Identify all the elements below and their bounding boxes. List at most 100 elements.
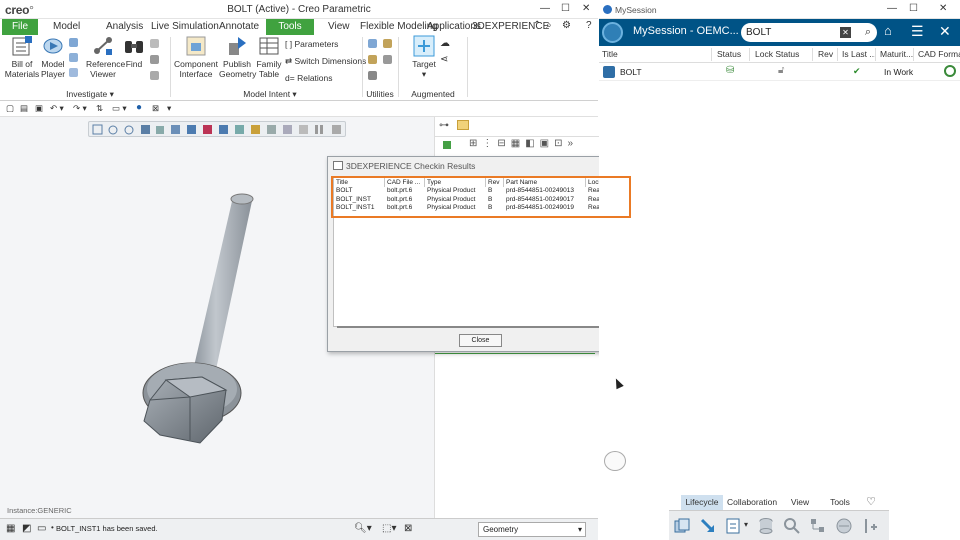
folder-browser-tab-icon[interactable]: [457, 120, 469, 130]
maximize-icon[interactable]: ☐: [561, 3, 570, 14]
column-header-cad-format[interactable]: CAD Format: [918, 49, 960, 59]
attach-icon[interactable]: [861, 517, 879, 535]
group-model-intent[interactable]: Model Intent ▾: [230, 89, 310, 100]
selection-filter[interactable]: Geometry ▾: [478, 522, 586, 537]
sketch-icon[interactable]: ◩: [22, 523, 31, 534]
tree-tools-icon[interactable]: ⊞⋮⊟▦◧▣⊡»: [469, 138, 578, 149]
browser-icon[interactable]: ▭: [37, 523, 46, 534]
column-header-lock-status[interactable]: Lock Status: [755, 49, 799, 59]
database-icon[interactable]: [757, 517, 775, 535]
favorite-icon[interactable]: ♡: [863, 495, 879, 510]
utility-2-icon[interactable]: [383, 39, 392, 48]
utility-1-icon[interactable]: [368, 39, 377, 48]
save-icon[interactable]: ▣: [35, 103, 43, 114]
settings-icon[interactable]: ⚙: [562, 20, 571, 31]
column-header-status[interactable]: Status: [717, 49, 741, 59]
maximize-icon[interactable]: ☐: [909, 3, 918, 14]
row-maturity[interactable]: In Work: [884, 67, 913, 77]
search-icon[interactable]: ⌕: [865, 23, 871, 42]
globe-icon[interactable]: ●: [136, 102, 142, 113]
utility-3-icon[interactable]: [368, 55, 377, 64]
publish-geometry-button[interactable]: Publish Geometry: [219, 35, 256, 79]
session-name[interactable]: MySession - OEMC...: [633, 25, 739, 37]
regenerate-icon[interactable]: ⇅: [96, 103, 103, 114]
tab-view[interactable]: View: [328, 19, 350, 35]
tab-tools[interactable]: Tools: [825, 495, 855, 510]
tab-file[interactable]: File: [2, 19, 38, 35]
group-investigate[interactable]: Investigate ▾: [60, 89, 120, 100]
tree-icon[interactable]: [150, 71, 159, 80]
undo-icon[interactable]: ↶ ▾: [50, 103, 64, 114]
collapse-ribbon-icon[interactable]: ⌃: [533, 20, 541, 31]
family-table-button[interactable]: Family Table: [256, 35, 282, 79]
cloud-icon[interactable]: ☁: [440, 38, 450, 49]
tab-live-simulation[interactable]: Live Simulation: [151, 19, 219, 35]
close-button[interactable]: Close: [459, 334, 502, 347]
utility-5-icon[interactable]: [368, 71, 377, 80]
column-header-maturity[interactable]: Maturit...: [880, 49, 913, 59]
redo-icon[interactable]: ↷ ▾: [73, 103, 87, 114]
close-icon[interactable]: ✕: [939, 3, 947, 14]
model-check-icon[interactable]: [69, 38, 78, 47]
target-button[interactable]: Target ▾: [410, 35, 438, 79]
avatar[interactable]: [604, 451, 626, 471]
search-input[interactable]: BOLT ✕ ⌕: [741, 23, 877, 42]
column-header-title[interactable]: Title: [602, 49, 618, 59]
tab-tools[interactable]: Tools: [266, 19, 314, 35]
pick-icon[interactable]: [150, 39, 159, 48]
help-icon[interactable]: ?: [586, 20, 592, 31]
find-button[interactable]: Find: [121, 35, 147, 69]
parameters-item[interactable]: [ ] Parameters: [285, 39, 338, 49]
search-icon[interactable]: ⌕: [546, 20, 552, 31]
tab-lifecycle[interactable]: Lifecycle: [681, 495, 723, 510]
tab-collaboration[interactable]: Collaboration: [727, 495, 777, 510]
new-content-icon[interactable]: [673, 517, 691, 535]
horizontal-scrollbar[interactable]: [337, 326, 617, 328]
column-header-is-last[interactable]: Is Last ...: [842, 49, 877, 59]
lock-open-icon[interactable]: 🔓︎: [778, 65, 784, 76]
view-tools-icon[interactable]: [89, 122, 347, 138]
structure-icon[interactable]: [809, 517, 827, 535]
clear-search-icon[interactable]: ✕: [840, 27, 851, 38]
layout-icon[interactable]: ▦: [6, 523, 15, 534]
minimize-icon[interactable]: —: [887, 3, 897, 14]
edit-properties-icon[interactable]: [725, 517, 743, 535]
menu-icon[interactable]: ☰: [911, 23, 924, 40]
customize-qat-icon[interactable]: ▾: [167, 103, 171, 114]
model-player-button[interactable]: Model Player: [39, 35, 67, 79]
measure-icon[interactable]: [69, 53, 78, 62]
column-header-rev[interactable]: Rev: [818, 49, 833, 59]
tag-icon[interactable]: ⌂: [884, 23, 892, 38]
open-icon[interactable]: ▤: [20, 103, 28, 114]
smart-select-icon[interactable]: ⊠: [404, 523, 412, 534]
find-status-icon[interactable]: 🔍︎▾: [354, 523, 372, 534]
tab-view[interactable]: View: [786, 495, 814, 510]
insert-arrow-icon[interactable]: [699, 517, 717, 535]
tab-analysis[interactable]: Analysis: [106, 19, 143, 35]
minimize-icon[interactable]: —: [540, 3, 550, 14]
windows-icon[interactable]: ▭ ▾: [112, 103, 127, 114]
tab-model[interactable]: Model: [53, 19, 80, 35]
component-interface-button[interactable]: Component Interface: [174, 35, 218, 79]
utility-4-icon[interactable]: [383, 55, 392, 64]
model-tree-tab-icon[interactable]: ⊶: [439, 120, 449, 131]
close-icon[interactable]: ✕: [582, 3, 590, 14]
close-window-icon[interactable]: ⊠: [152, 103, 159, 114]
relations-item[interactable]: d= Relations: [285, 73, 333, 83]
compare-icon[interactable]: [69, 68, 78, 77]
table-row[interactable]: BOLT ⛁ 🔓︎ ✔ In Work: [599, 63, 960, 81]
target-dropdown-icon[interactable]: ▾: [422, 69, 426, 79]
3dexperience-compass-icon[interactable]: [602, 22, 623, 43]
bill-of-materials-button[interactable]: Bill of Materials: [4, 35, 40, 79]
explore-icon[interactable]: [783, 517, 801, 535]
reference-viewer-button[interactable]: Reference Viewer: [86, 35, 125, 79]
list-icon[interactable]: [150, 55, 159, 64]
selection-box-icon[interactable]: ⬚▾: [382, 523, 396, 534]
tree-settings-icon[interactable]: [443, 141, 451, 149]
close-panel-icon[interactable]: ✕: [939, 23, 951, 40]
new-icon[interactable]: ▢: [6, 103, 14, 114]
share-icon[interactable]: ⋖: [440, 54, 448, 65]
group-utilities[interactable]: Utilities: [364, 89, 396, 99]
bolt-model[interactable]: [130, 185, 280, 455]
tab-annotate[interactable]: Annotate: [219, 19, 259, 35]
